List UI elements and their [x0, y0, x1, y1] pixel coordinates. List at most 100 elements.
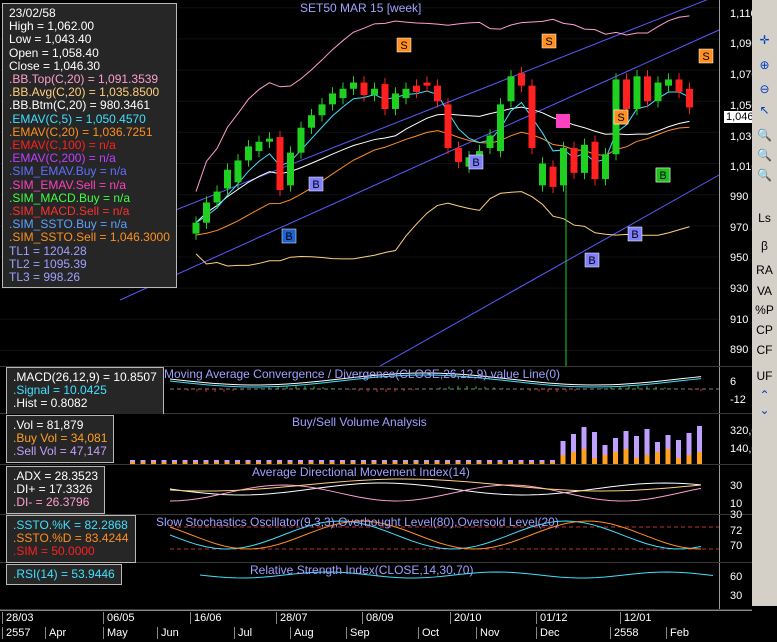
cf-icon[interactable]: CF: [754, 340, 775, 360]
month-tick-label: Feb: [666, 627, 689, 639]
magnify-icon[interactable]: 🔍: [754, 165, 775, 185]
buy-volume-bar: [203, 462, 209, 464]
candle-body: [287, 152, 294, 186]
candle-body: [602, 154, 609, 180]
trend-line[interactable]: [379, 174, 720, 366]
rsi-y-axis[interactable]: [719, 563, 751, 609]
buy-volume-bar: [665, 449, 671, 464]
sell-volume-bar: [623, 431, 629, 449]
y-tick-label: 30: [730, 590, 743, 602]
zoom-out-icon[interactable]: ⊖: [754, 79, 775, 99]
sell-volume-bar: [319, 460, 324, 462]
candle-body: [434, 85, 441, 102]
highlight-candle[interactable]: [556, 114, 570, 128]
y-tick-label: 6: [730, 376, 737, 388]
volume-y-axis[interactable]: [719, 414, 751, 464]
cursor-icon[interactable]: ↖: [754, 100, 775, 120]
buy-volume-bar: [487, 462, 492, 464]
buy-volume-bar: [592, 458, 597, 464]
buy-signal-marker[interactable]: B: [627, 226, 643, 242]
buy-volume-bar: [172, 462, 177, 464]
buy-volume-bar: [434, 462, 440, 464]
adx-panel[interactable]: Average Directional Movement Index(14) .…: [0, 465, 752, 515]
candle-body: [224, 169, 231, 189]
buy-signal-marker[interactable]: B: [468, 154, 484, 170]
sell-volume-bar: [581, 427, 587, 449]
search-minus-icon[interactable]: 🔍: [754, 145, 775, 165]
sell-volume-bar: [403, 460, 408, 462]
date-tick-label: 28/07: [276, 612, 308, 624]
sell-volume-bar: [655, 442, 660, 452]
rsi-panel[interactable]: Relative Strength Index(CLOSE,14,30,70) …: [0, 563, 752, 610]
candle-body: [539, 163, 546, 186]
buy-volume-bar: [277, 462, 282, 464]
macd-panel[interactable]: Moving Average Convergence / Divergence(…: [0, 367, 752, 415]
y-tick-label: 30: [730, 509, 743, 521]
buy-volume-bar: [182, 462, 188, 464]
candle-body: [297, 127, 305, 153]
month-tick-label: Nov: [476, 627, 500, 639]
buy-volume-bar: [697, 452, 702, 464]
buy-signal-marker[interactable]: B: [584, 252, 600, 268]
month-tick-label: Apr: [45, 627, 66, 639]
cp-icon[interactable]: CP: [754, 320, 775, 340]
info-line: .Sell Vol = 47,147: [13, 444, 107, 459]
info-line: TL3 = 998.26: [9, 270, 81, 285]
signal-marker-label: B: [285, 231, 292, 243]
sell-volume-bar: [487, 460, 492, 462]
sell-volume-bar: [256, 460, 261, 462]
signal-marker-label: B: [312, 179, 319, 191]
signal-marker-label: B: [588, 255, 595, 267]
uf-icon[interactable]: UF: [754, 366, 775, 386]
price-y-axis[interactable]: [719, 0, 751, 366]
candle-body: [686, 88, 693, 108]
ssto-y-axis[interactable]: [719, 515, 751, 562]
buy-volume-bar: [571, 452, 576, 464]
sell-volume-bar: [361, 460, 366, 462]
sell-signal-marker[interactable]: S: [613, 109, 629, 125]
macd-y-axis[interactable]: [719, 367, 751, 413]
ls-icon[interactable]: Ls: [754, 208, 775, 228]
buy-volume-bar: [319, 462, 324, 464]
sell-volume-bar: [560, 441, 566, 455]
buy-volume-bar: [508, 462, 513, 464]
date-tick-label: 01/12: [536, 612, 568, 624]
volume-panel[interactable]: Buy/Sell Volume Analysis .Vol = 81,879 .B…: [0, 414, 758, 465]
ssto-info-box: .SSTO.%K = 82.2868 .SSTO.%D = 83.4244 .SIM…: [6, 515, 136, 563]
sell-signal-marker[interactable]: S: [396, 37, 412, 53]
buy-signal-marker[interactable]: B: [281, 228, 297, 244]
ssto-panel[interactable]: Slow Stochastics Oscillator(9,3,3),Overb…: [0, 509, 752, 563]
buy-signal-marker[interactable]: B: [655, 167, 671, 183]
zoom-in-icon[interactable]: ⊕: [754, 55, 775, 75]
sell-volume-bar: [172, 460, 177, 462]
candle-body: [413, 85, 420, 92]
candle-body: [654, 82, 662, 102]
sell-signal-marker[interactable]: S: [698, 48, 714, 64]
ra-icon[interactable]: RA: [754, 260, 775, 280]
info-line: .DI- = 26.3796: [13, 495, 90, 510]
buy-volume-bar: [161, 462, 167, 464]
buy-volume-bar: [424, 462, 429, 464]
sell-volume-bar: [224, 460, 230, 462]
date-axis[interactable]: 28/03 06/05 16/06 28/07 08/09 20/10 01/12 12/01…: [0, 610, 752, 642]
month-tick-label: Jun: [157, 627, 179, 639]
crosshair-icon[interactable]: ✛: [754, 30, 775, 50]
percent-r-icon[interactable]: %P: [754, 300, 775, 320]
buy-volume-bar: [361, 462, 366, 464]
search-icon[interactable]: 🔍: [754, 125, 775, 145]
y-tick-label: -12: [730, 394, 746, 406]
candle-body: [371, 88, 378, 96]
buy-volume-bar: [193, 462, 198, 464]
va-icon[interactable]: VA: [754, 281, 775, 301]
scroll-down-icon[interactable]: ⌄: [754, 400, 775, 420]
sell-volume-bar: [529, 460, 534, 462]
signal-marker-label: S: [617, 112, 624, 124]
buy-volume-bar: [224, 462, 230, 464]
candle-body: [203, 202, 210, 223]
sell-signal-marker[interactable]: S: [541, 33, 557, 49]
sell-volume-bar: [193, 460, 198, 462]
buy-volume-bar: [676, 458, 681, 464]
price-panel[interactable]: SSSSBBBBBBSB SET50 MAR 15 [week] 23/02/5…: [0, 0, 765, 367]
buy-signal-marker[interactable]: B: [308, 176, 324, 192]
beta-icon[interactable]: β: [754, 236, 775, 256]
